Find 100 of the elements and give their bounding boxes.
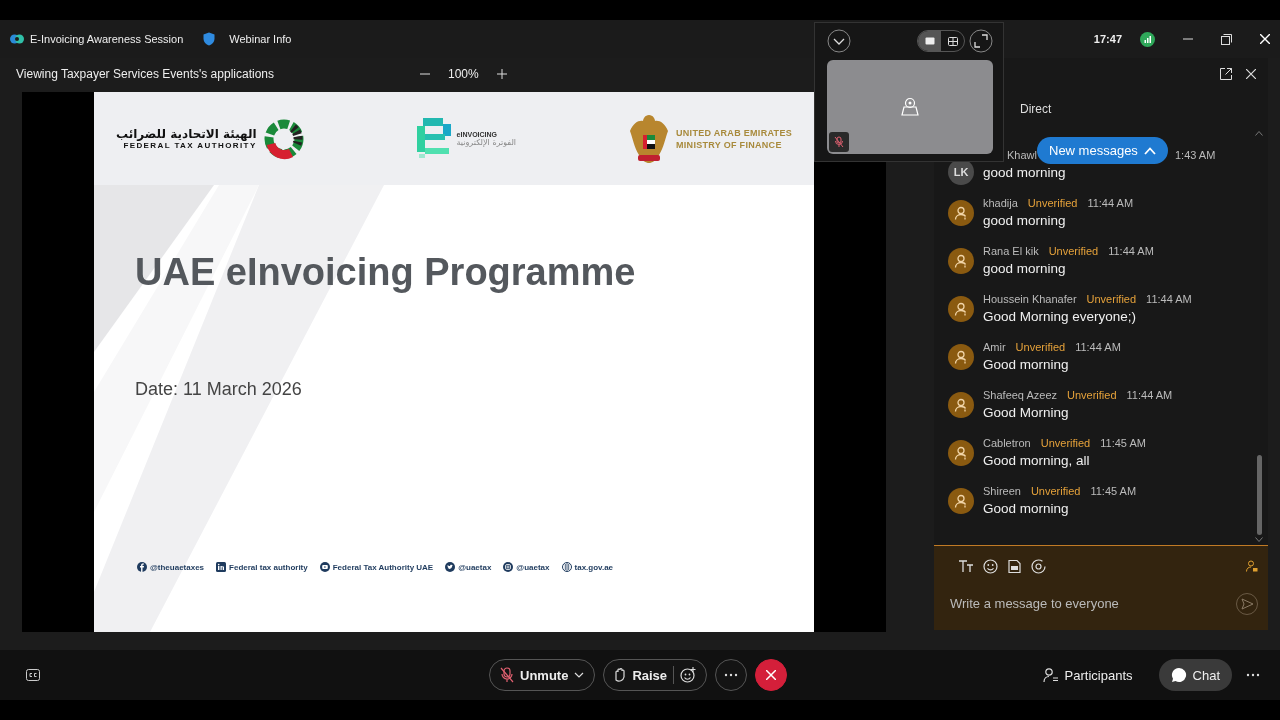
social-handle: tax.gov.ae — [574, 562, 614, 572]
slide-date: Date: 11 March 2026 — [135, 379, 302, 400]
sender-name: Cabletron — [983, 437, 1031, 449]
arabic-logo-text: الفوترة الإلكترونية — [456, 137, 517, 147]
message-time: 11:44 AM — [1075, 341, 1121, 353]
bird-icon — [445, 562, 456, 572]
message-time: 11:45 AM — [1100, 437, 1146, 449]
sender-name: Khawl — [1006, 149, 1037, 161]
participants-button[interactable]: Participants — [1030, 659, 1145, 691]
status-label: Unverified — [1027, 197, 1078, 209]
guest-user-icon — [953, 492, 969, 509]
single-view-icon — [924, 37, 935, 45]
layout-toggle[interactable] — [918, 31, 941, 51]
chat-bubble-icon — [1170, 667, 1187, 683]
emblem-icon — [628, 112, 670, 165]
status-label: Unverified — [1086, 293, 1137, 305]
guest-user-icon — [953, 444, 969, 461]
mention-icon[interactable] — [1031, 558, 1046, 574]
collapse-icon[interactable] — [827, 29, 851, 53]
social-handle: Federal tax authority — [229, 562, 308, 572]
grid-view-icon — [947, 36, 958, 46]
app-logo-icon — [10, 33, 24, 45]
leave-button[interactable] — [755, 659, 788, 691]
message-text: Good morning — [983, 501, 1069, 516]
scrollbar[interactable] — [1254, 130, 1264, 545]
message-text: good morning — [983, 165, 1066, 180]
chat-button[interactable]: Chat — [1158, 659, 1232, 691]
pop-out-icon[interactable] — [1220, 68, 1232, 80]
social-handle: @uaetax — [516, 562, 550, 572]
status-label: Unverified — [1015, 341, 1066, 353]
zoom-in-icon[interactable] — [496, 69, 507, 79]
logo-text: MINISTRY OF FINANCE — [676, 139, 783, 150]
guest-user-icon — [953, 252, 969, 269]
arabic-logo-text: الهيئة الاتحادية للضرائب — [116, 127, 257, 141]
message-time: 11:44 AM — [1126, 389, 1173, 401]
close-icon[interactable] — [1246, 69, 1256, 79]
logo-text: UNITED ARAB EMIRATES — [676, 127, 792, 138]
camera-icon — [503, 562, 514, 572]
scroll-down-icon — [1255, 537, 1263, 543]
status-label: Unverified — [1040, 437, 1091, 449]
muted-mic-icon — [500, 667, 514, 683]
sharing-label: Viewing Taxpayer Services Events's applications — [16, 67, 274, 81]
signal-icon — [1140, 31, 1155, 47]
sender-name: Rana El kik — [983, 245, 1039, 257]
slide-title: UAE eInvoicing Programme — [135, 251, 636, 294]
chevron-up-icon — [1143, 146, 1156, 155]
sender-name: Shireen — [983, 485, 1021, 497]
message-time: 11:44 AM — [1146, 293, 1192, 305]
zoom-level: 100% — [448, 67, 479, 81]
social-handle: @theuaetaxes — [150, 562, 205, 572]
clock-time: 17:47 — [1093, 33, 1122, 45]
window-title: E-Invoicing Awareness Session — [30, 33, 184, 45]
restore-icon[interactable] — [1221, 33, 1232, 45]
text-format-icon[interactable] — [958, 559, 974, 573]
facebook-icon — [137, 562, 147, 572]
send-icon[interactable] — [1236, 592, 1258, 615]
camera-device-icon — [900, 97, 920, 117]
more-icon[interactable] — [1246, 673, 1260, 677]
close-icon — [766, 670, 777, 680]
message-text: Good Morning everyone;) — [983, 309, 1137, 324]
guest-user-icon — [953, 348, 969, 365]
message-text: Good morning — [983, 357, 1069, 372]
logo-text: FEDERAL TAX AUTHORITY — [123, 141, 257, 150]
social-handle: @uaetax — [458, 562, 492, 572]
message-text: Good morning, all — [983, 453, 1090, 468]
message-text: good morning — [983, 213, 1066, 228]
guest-user-icon — [953, 396, 969, 413]
sender-name: Shafeeq Azeez — [983, 389, 1057, 401]
message-time: 11:45 AM — [1090, 485, 1137, 497]
participants-icon — [1042, 667, 1059, 683]
raise-hand-button[interactable]: Raise — [603, 659, 708, 691]
scroll-up-icon — [1255, 130, 1263, 136]
sender-name: Amir — [983, 341, 1006, 353]
captions-icon[interactable] — [26, 669, 40, 681]
new-messages-button[interactable]: New messages — [1037, 137, 1168, 164]
play-icon — [319, 562, 330, 572]
pixel-logo-icon — [416, 117, 451, 160]
guest-user-icon — [953, 300, 969, 317]
chat-tab[interactable]: Direct — [1020, 98, 1052, 120]
message-time: 11:44 AM — [1087, 197, 1134, 209]
unmute-button[interactable]: Unmute — [489, 659, 596, 691]
webinar-info-link[interactable]: Webinar Info — [229, 33, 292, 45]
more-icon — [724, 673, 739, 677]
hand-icon — [614, 667, 627, 683]
social-handle: Federal Tax Authority UAE — [332, 562, 434, 572]
muted-mic-icon — [834, 136, 844, 148]
caret-icon — [574, 672, 585, 678]
emoji-icon[interactable] — [983, 558, 998, 574]
globe-icon — [561, 562, 572, 572]
status-label: Unverified — [1048, 245, 1099, 257]
user-lock-icon[interactable] — [1246, 560, 1258, 572]
linkedin-icon — [216, 562, 227, 572]
expand-icon[interactable] — [969, 29, 993, 53]
status-label: Unverified — [1067, 389, 1117, 401]
message-time: 11:44 AM — [1108, 245, 1154, 257]
gif-icon[interactable] — [1007, 558, 1022, 574]
reaction-icon — [680, 667, 697, 683]
shield-icon[interactable] — [203, 32, 216, 46]
status-label: Unverified — [1030, 485, 1081, 497]
message-text: Good Morning — [983, 405, 1069, 420]
